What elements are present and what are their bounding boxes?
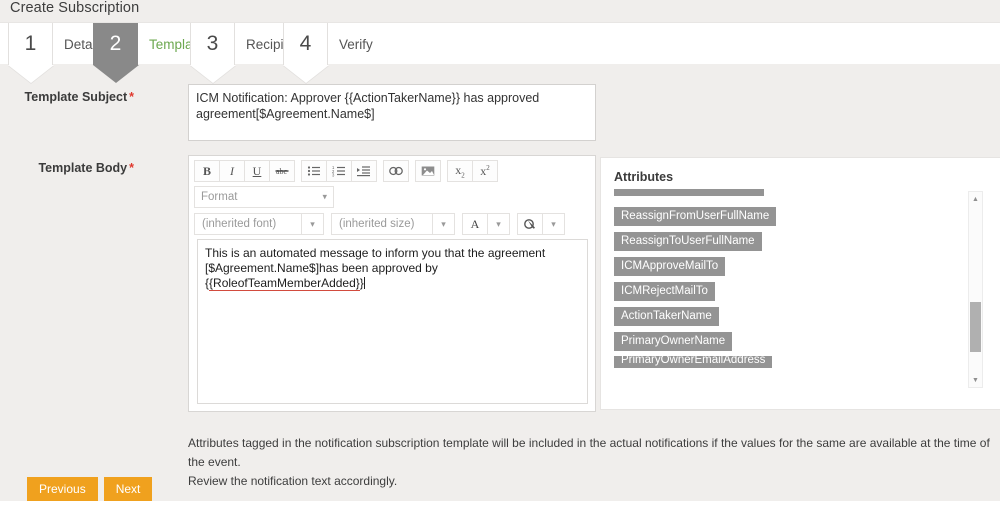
size-select-value: (inherited size) (331, 213, 433, 235)
step-label-verify: Verify (328, 37, 384, 52)
attribute-chip[interactable]: ICMApproveMailTo (614, 257, 725, 276)
scroll-down-icon[interactable]: ▼ (969, 373, 982, 387)
step-number-badge-2: 2 (93, 23, 138, 65)
chevron-down-icon[interactable]: ▾ (433, 213, 455, 235)
chevron-down-icon[interactable]: ▾ (488, 213, 510, 235)
attribute-chip[interactable]: ReassignFromUserFullName (614, 207, 776, 226)
underline-icon[interactable]: U (244, 160, 270, 182)
step-number-badge-3: 3 (190, 23, 235, 65)
template-body-label-text: Template Body (38, 161, 127, 175)
rich-text-editor: B I U abc 1 2 3 (188, 155, 596, 412)
chevron-down-icon: ▾ (322, 192, 327, 203)
link-icon[interactable] (383, 160, 409, 182)
attribute-chip[interactable]: PrimaryOwnerName (614, 332, 732, 351)
chevron-down-icon[interactable]: ▾ (543, 213, 565, 235)
template-subject-input[interactable] (188, 84, 596, 141)
format-select[interactable]: Format ▾ (194, 186, 334, 208)
step-number-badge-4: 4 (283, 23, 328, 65)
strikethrough-icon[interactable]: abc (269, 160, 295, 182)
wizard-step-bar: 1 Details 2 Template 3 Recipient 4 Verif… (0, 22, 1000, 64)
highlight-color-button[interactable]: ▾ (517, 213, 565, 235)
attribute-chip[interactable]: ICMRejectMailTo (614, 282, 715, 301)
create-subscription-page: Create Subscription 1 Details 2 Template… (0, 0, 1000, 506)
font-select-value: (inherited font) (194, 213, 302, 235)
previous-button[interactable]: Previous (27, 477, 98, 502)
template-body-label: Template Body* (14, 161, 134, 175)
note-line-2: Review the notification text accordingly… (188, 472, 998, 491)
tagged-attribute-token: {RoleofTeamMemberAdded} (209, 276, 360, 291)
numbered-list-icon[interactable]: 1 2 3 (326, 160, 352, 182)
scrollbar-thumb[interactable] (970, 302, 981, 352)
text-caret (364, 277, 365, 289)
attributes-note: Attributes tagged in the notification su… (188, 434, 998, 491)
wizard-step-4[interactable]: 4 Verify (283, 23, 384, 65)
required-marker: * (129, 90, 134, 104)
svg-text:3: 3 (332, 172, 335, 177)
attribute-chip-clipped[interactable] (614, 189, 764, 196)
editor-toolbar-row-1: B I U abc 1 2 3 (189, 156, 595, 182)
bold-icon[interactable]: B (194, 160, 220, 182)
editor-toolbar-row-3: (inherited font) ▾ (inherited size) ▾ A … (189, 208, 595, 235)
bulleted-list-icon[interactable] (301, 160, 327, 182)
attributes-panel: Attributes ReassignFromUserFullName Reas… (600, 157, 1000, 410)
template-subject-label-text: Template Subject (25, 90, 128, 104)
scroll-up-icon[interactable]: ▲ (969, 192, 982, 206)
size-select[interactable]: (inherited size) ▾ (331, 213, 455, 235)
attribute-chip[interactable]: PrimaryOwnerEmailAddress (614, 356, 772, 368)
attributes-title: Attributes (614, 170, 673, 184)
italic-icon[interactable]: I (219, 160, 245, 182)
superscript-icon[interactable]: x2 (472, 160, 498, 182)
chevron-down-icon[interactable]: ▾ (302, 213, 324, 235)
note-line-1: Attributes tagged in the notification su… (188, 434, 998, 472)
marker-icon (517, 213, 543, 235)
indent-icon[interactable] (351, 160, 377, 182)
attributes-list: ReassignFromUserFullName ReassignToUserF… (614, 188, 974, 388)
text-color-button[interactable]: A ▾ (462, 213, 510, 235)
image-icon[interactable] (415, 160, 441, 182)
next-button[interactable]: Next (104, 477, 153, 502)
wizard-button-bar: Previous Next (27, 477, 152, 502)
text-color-icon: A (462, 213, 488, 235)
attribute-chip[interactable]: ReassignToUserFullName (614, 232, 762, 251)
font-select[interactable]: (inherited font) ▾ (194, 213, 324, 235)
footer-strip (0, 501, 1000, 506)
step-number-badge-1: 1 (8, 23, 53, 65)
required-marker: * (129, 161, 134, 175)
format-select-value: Format (201, 191, 237, 203)
template-subject-label: Template Subject* (14, 90, 134, 104)
page-title: Create Subscription (10, 0, 139, 16)
template-body-editor-canvas[interactable]: This is an automated message to inform y… (197, 239, 588, 404)
subscript-icon[interactable]: x2 (447, 160, 473, 182)
attributes-scrollbar[interactable]: ▲ ▼ (968, 191, 983, 388)
attribute-chip[interactable]: ActionTakerName (614, 307, 719, 326)
